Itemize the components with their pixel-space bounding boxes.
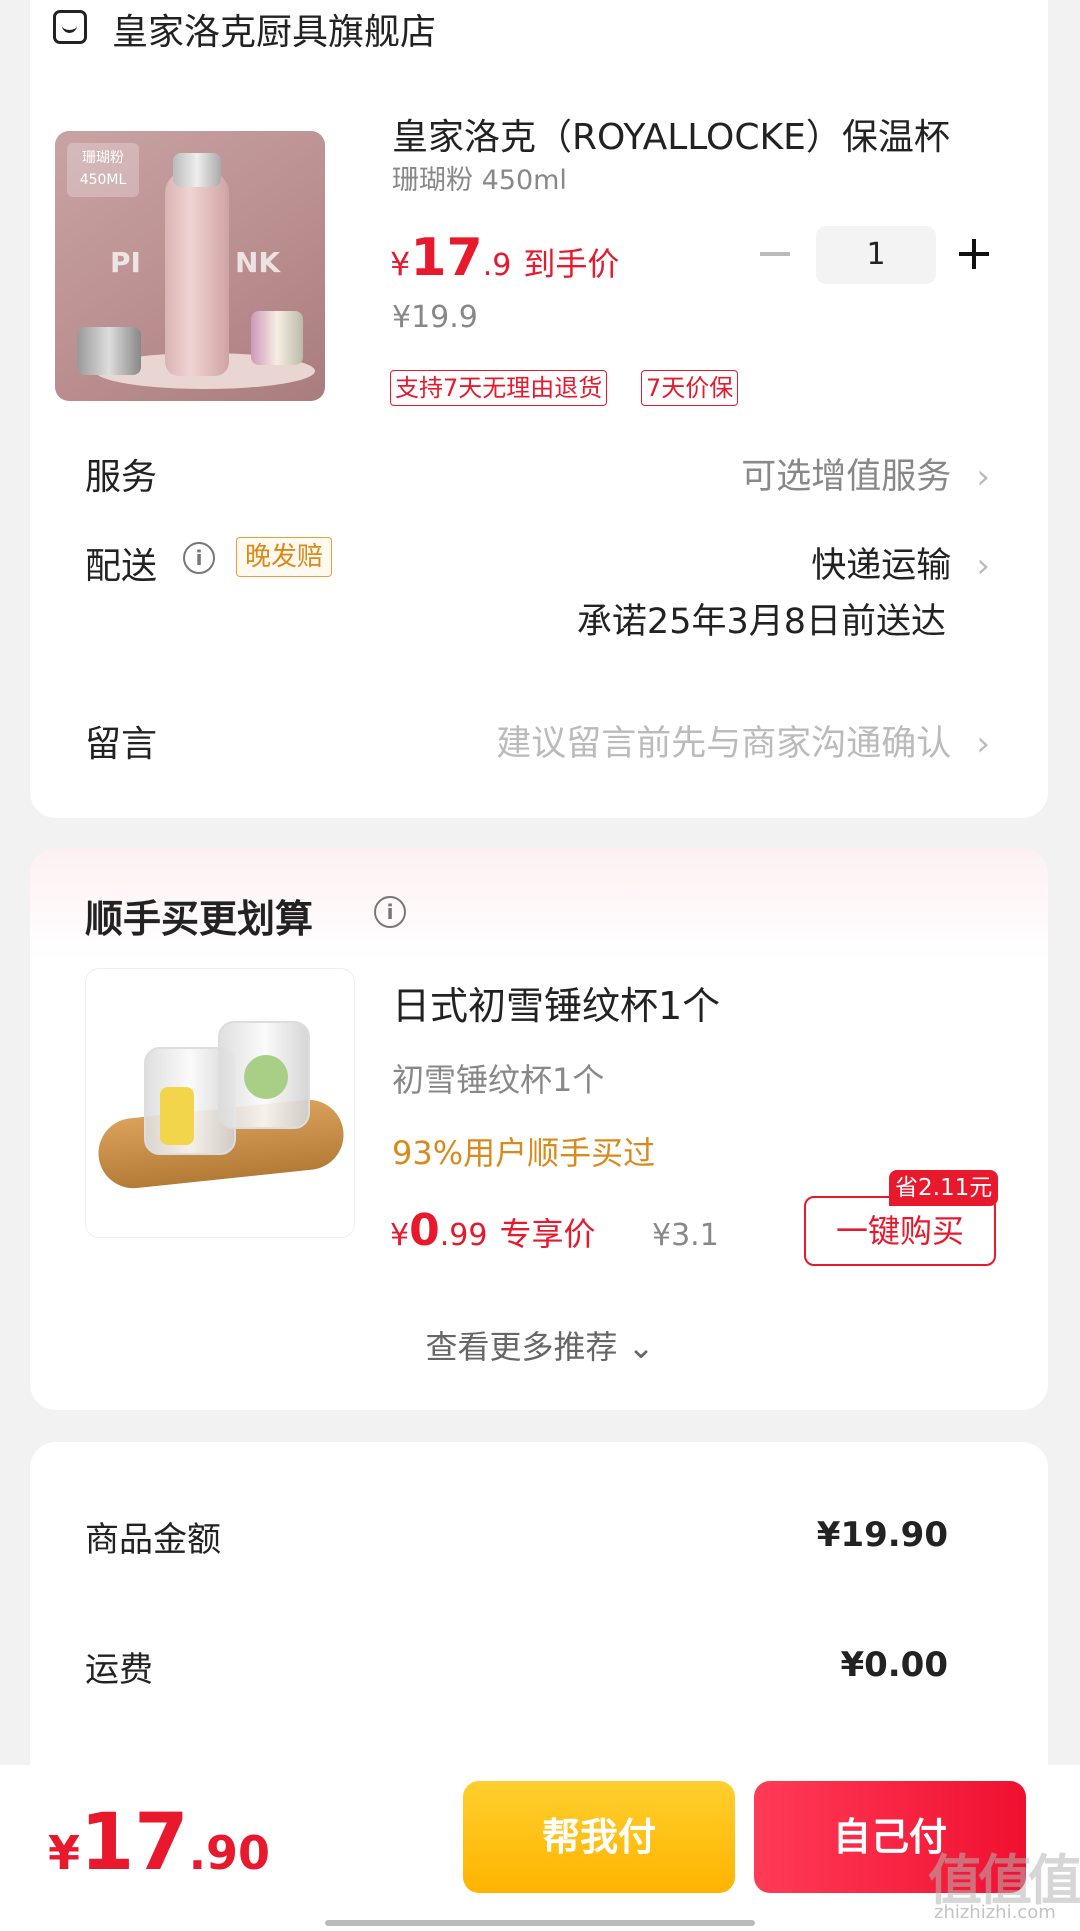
delivery-promise: 承诺25年3月8日前送达 (576, 602, 946, 642)
recommendation-spec: 初雪锤纹杯1个 (392, 1061, 605, 1099)
total-price: ¥17.90 (48, 1798, 270, 1888)
price-integer: 17 (410, 228, 483, 288)
price-integer: 0 (409, 1205, 440, 1256)
chevron-right-icon: › (976, 546, 990, 586)
recommendation-title[interactable]: 日式初雪锤纹杯1个 (392, 975, 720, 1030)
product-image-cup (77, 327, 141, 375)
service-label: 服务 (85, 457, 158, 498)
store-name[interactable]: 皇家洛克厨具旗舰店 (112, 3, 436, 55)
message-label: 留言 (85, 724, 158, 765)
service-value: 可选增值服务 (741, 457, 952, 497)
recommendation-header: 顺手买更划算 (85, 897, 314, 941)
info-icon[interactable]: i (374, 896, 406, 928)
product-image-bottle (165, 171, 229, 376)
original-price: ¥19.9 (392, 300, 478, 335)
product-image-cap (173, 153, 221, 187)
return-policy-badge: 支持7天无理由退货 (390, 370, 608, 406)
late-compensation-badge: 晚发赔 (236, 537, 333, 577)
product-image-cup (251, 311, 303, 365)
delivery-label: 配送 (85, 546, 158, 587)
recommendation-stat: 93%用户顺手买过 (392, 1134, 656, 1172)
message-placeholder: 建议留言前先与商家沟通确认 (496, 724, 952, 764)
shipping-label: 运费 (85, 1650, 153, 1690)
product-image-word-left: PI (110, 246, 141, 279)
price-currency: ¥ (390, 245, 411, 283)
chevron-right-icon: › (976, 724, 990, 764)
savings-badge: 省2.11元 (889, 1170, 999, 1206)
info-icon[interactable]: i (183, 542, 215, 574)
pay-for-me-button[interactable]: 帮我付 (463, 1781, 735, 1893)
watermark-site: zhizhizhi.com (934, 1902, 1056, 1923)
recommendation-original-price: ¥3.1 (652, 1218, 719, 1253)
quantity-increase-button[interactable] (972, 239, 976, 269)
shipping-value: ¥0.00 (840, 1645, 948, 1685)
delivery-value: 快递运输 (811, 546, 952, 586)
recommendation-image[interactable] (85, 968, 355, 1238)
price-decimal: .99 (439, 1218, 488, 1253)
home-indicator[interactable] (325, 1920, 755, 1926)
one-click-buy-button[interactable]: 一键购买 (804, 1196, 996, 1266)
chevron-right-icon: › (976, 457, 990, 497)
price-currency: ¥ (390, 1218, 410, 1253)
see-more-recommendations[interactable]: 查看更多推荐 ⌄ (0, 1322, 1080, 1368)
product-price: ¥17.9 到手价 (390, 228, 619, 288)
price-decimal: .9 (482, 248, 512, 283)
goods-amount-value: ¥19.90 (816, 1515, 948, 1555)
delivery-row[interactable]: 快递运输 › (811, 537, 990, 588)
total-decimal: .90 (188, 1826, 271, 1880)
price-label: 专享价 (499, 1215, 596, 1253)
price-label: 到手价 (523, 245, 620, 283)
product-image[interactable]: 珊瑚粉 450ML PI NK (55, 131, 325, 401)
lemon-image (160, 1087, 194, 1145)
message-input[interactable]: 建议留言前先与商家沟通确认 › (496, 715, 990, 766)
product-image-tag: 珊瑚粉 450ML (67, 143, 139, 197)
product-image-word-right: NK (235, 246, 281, 279)
service-row[interactable]: 可选增值服务 › (741, 448, 990, 499)
total-currency: ¥ (48, 1826, 81, 1880)
price-protection-badge: 7天价保 (641, 370, 739, 406)
total-integer: 17 (80, 1798, 189, 1888)
quantity-decrease-button[interactable] (760, 252, 790, 256)
product-spec: 珊瑚粉 450ml (392, 165, 567, 196)
quantity-input[interactable]: 1 (816, 226, 936, 284)
store-icon (53, 10, 87, 44)
goods-amount-label: 商品金额 (85, 1520, 221, 1560)
product-title[interactable]: 皇家洛克（ROYALLOCKE）保温杯 (392, 108, 967, 160)
recommendation-price: ¥0.99 专享价 (390, 1205, 595, 1256)
cucumber-image (244, 1055, 288, 1099)
